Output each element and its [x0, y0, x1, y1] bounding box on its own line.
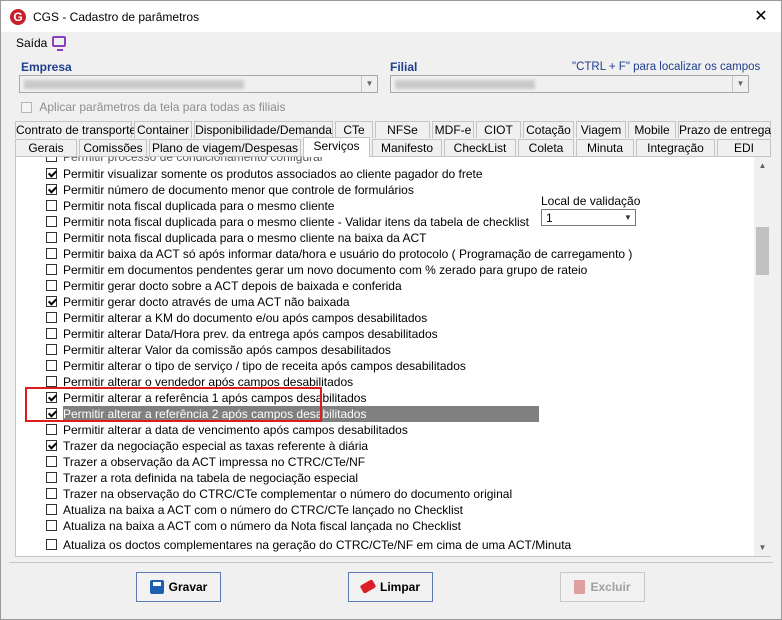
filial-label: Filial	[390, 60, 418, 74]
item-checkbox[interactable]	[46, 264, 57, 275]
tab-checklist[interactable]: CheckList	[444, 139, 516, 156]
apply-all-checkbox[interactable]	[21, 102, 32, 114]
tab-servicos[interactable]: Serviços	[303, 137, 370, 157]
servicos-panel: Permitir processo de condicionamento con…	[15, 156, 771, 557]
tab-cte[interactable]: CTe	[335, 121, 373, 138]
tab-edi[interactable]: EDI	[717, 139, 771, 156]
item-checkbox[interactable]	[46, 168, 57, 179]
item-checkbox[interactable]	[46, 360, 57, 371]
item-checkbox[interactable]	[46, 424, 57, 435]
tab-cotacao[interactable]: Cotação	[523, 121, 574, 138]
empresa-value-blurred	[24, 80, 244, 89]
tab-comissoes[interactable]: Comissões	[79, 139, 147, 156]
item-checkbox[interactable]	[46, 232, 57, 243]
chevron-down-icon[interactable]: ▼	[361, 76, 377, 92]
main-window: G CGS - Cadastro de parâmetros ✕ Saída E…	[0, 0, 782, 620]
tab-minuta[interactable]: Minuta	[576, 139, 634, 156]
tab-integracao[interactable]: Integração	[636, 139, 715, 156]
item-checkbox[interactable]	[46, 472, 57, 483]
highlight-box	[25, 387, 322, 422]
menu-bar: Saída	[1, 32, 781, 54]
local-validacao-select[interactable]: 1 ▼	[541, 209, 636, 226]
empresa-select[interactable]: ▼	[19, 75, 378, 93]
tab-coleta[interactable]: Coleta	[518, 139, 574, 156]
trash-icon	[574, 579, 586, 594]
local-validacao-label: Local de validação	[541, 194, 641, 208]
tab-gerais[interactable]: Gerais	[15, 139, 77, 156]
gravar-label: Gravar	[168, 580, 208, 594]
item-checkbox[interactable]	[46, 280, 57, 291]
item-checkbox[interactable]	[46, 312, 57, 323]
save-icon	[149, 579, 164, 594]
tab-mobile[interactable]: Mobile	[628, 121, 676, 138]
title-bar: G CGS - Cadastro de parâmetros ✕	[1, 1, 781, 32]
apply-all-label: Aplicar parâmetros da tela para todas as…	[39, 100, 286, 114]
excluir-label: Excluir	[590, 580, 631, 594]
tab-disponibilidade[interactable]: Disponibilidade/Demanda	[194, 121, 333, 138]
item-checkbox[interactable]	[46, 456, 57, 467]
item-checkbox[interactable]	[46, 248, 57, 259]
item-checkbox[interactable]	[46, 200, 57, 211]
item-checkbox[interactable]	[46, 157, 57, 162]
gravar-button[interactable]: Gravar	[136, 572, 221, 602]
item-checkbox[interactable]	[46, 376, 57, 387]
tab-nfse[interactable]: NFSe	[375, 121, 430, 138]
limpar-button[interactable]: Limpar	[348, 572, 433, 602]
item-checkbox[interactable]	[46, 488, 57, 499]
item-checkbox[interactable]	[46, 328, 57, 339]
parameters-list: Permitir processo de condicionamento con…	[32, 157, 767, 556]
item-checkbox[interactable]	[46, 296, 57, 307]
empresa-label: Empresa	[21, 60, 72, 74]
item-checkbox[interactable]	[46, 216, 57, 227]
excluir-button[interactable]: Excluir	[560, 572, 645, 602]
menu-saida[interactable]: Saída	[16, 36, 47, 50]
limpar-label: Limpar	[379, 580, 420, 594]
scroll-up-icon[interactable]: ▲	[754, 157, 771, 174]
item-checkbox[interactable]	[46, 504, 57, 515]
item-checkbox[interactable]	[46, 539, 57, 550]
tab-contrato-transporte[interactable]: Contrato de transporte	[15, 121, 136, 138]
filial-select[interactable]: ▼	[390, 75, 749, 93]
close-button[interactable]: ✕	[741, 1, 781, 32]
eraser-icon	[359, 579, 377, 595]
item-checkbox[interactable]	[46, 440, 57, 451]
scroll-thumb[interactable]	[756, 227, 769, 275]
window-title: CGS - Cadastro de parâmetros	[33, 10, 200, 24]
vertical-scrollbar[interactable]: ▲ ▼	[754, 157, 771, 556]
filial-value-blurred	[395, 80, 535, 89]
tab-plano-viagem[interactable]: Plano de viagem/Despesas	[149, 139, 301, 156]
tab-viagem[interactable]: Viagem	[576, 121, 626, 138]
tab-container[interactable]: Container	[134, 121, 192, 138]
divider	[9, 562, 773, 563]
item-checkbox[interactable]	[46, 184, 57, 195]
tab-ciot[interactable]: CIOT	[476, 121, 521, 138]
scroll-down-icon[interactable]: ▼	[754, 539, 771, 556]
apply-all-row[interactable]: Aplicar parâmetros da tela para todas as…	[21, 100, 285, 114]
chevron-down-icon[interactable]: ▼	[732, 76, 748, 92]
local-validacao-value: 1	[546, 211, 553, 225]
tab-mdfe[interactable]: MDF-e	[432, 121, 474, 138]
app-logo-icon: G	[10, 9, 26, 25]
search-hint: "CTRL + F" para localizar os campos	[572, 61, 761, 73]
item-checkbox[interactable]	[46, 520, 57, 531]
item-checkbox[interactable]	[46, 344, 57, 355]
tab-manifesto[interactable]: Manifesto	[372, 139, 442, 156]
exit-monitor-icon[interactable]	[52, 36, 66, 51]
tab-prazo-entrega[interactable]: Prazo de entrega	[678, 121, 771, 138]
chevron-down-icon[interactable]: ▼	[621, 210, 635, 225]
